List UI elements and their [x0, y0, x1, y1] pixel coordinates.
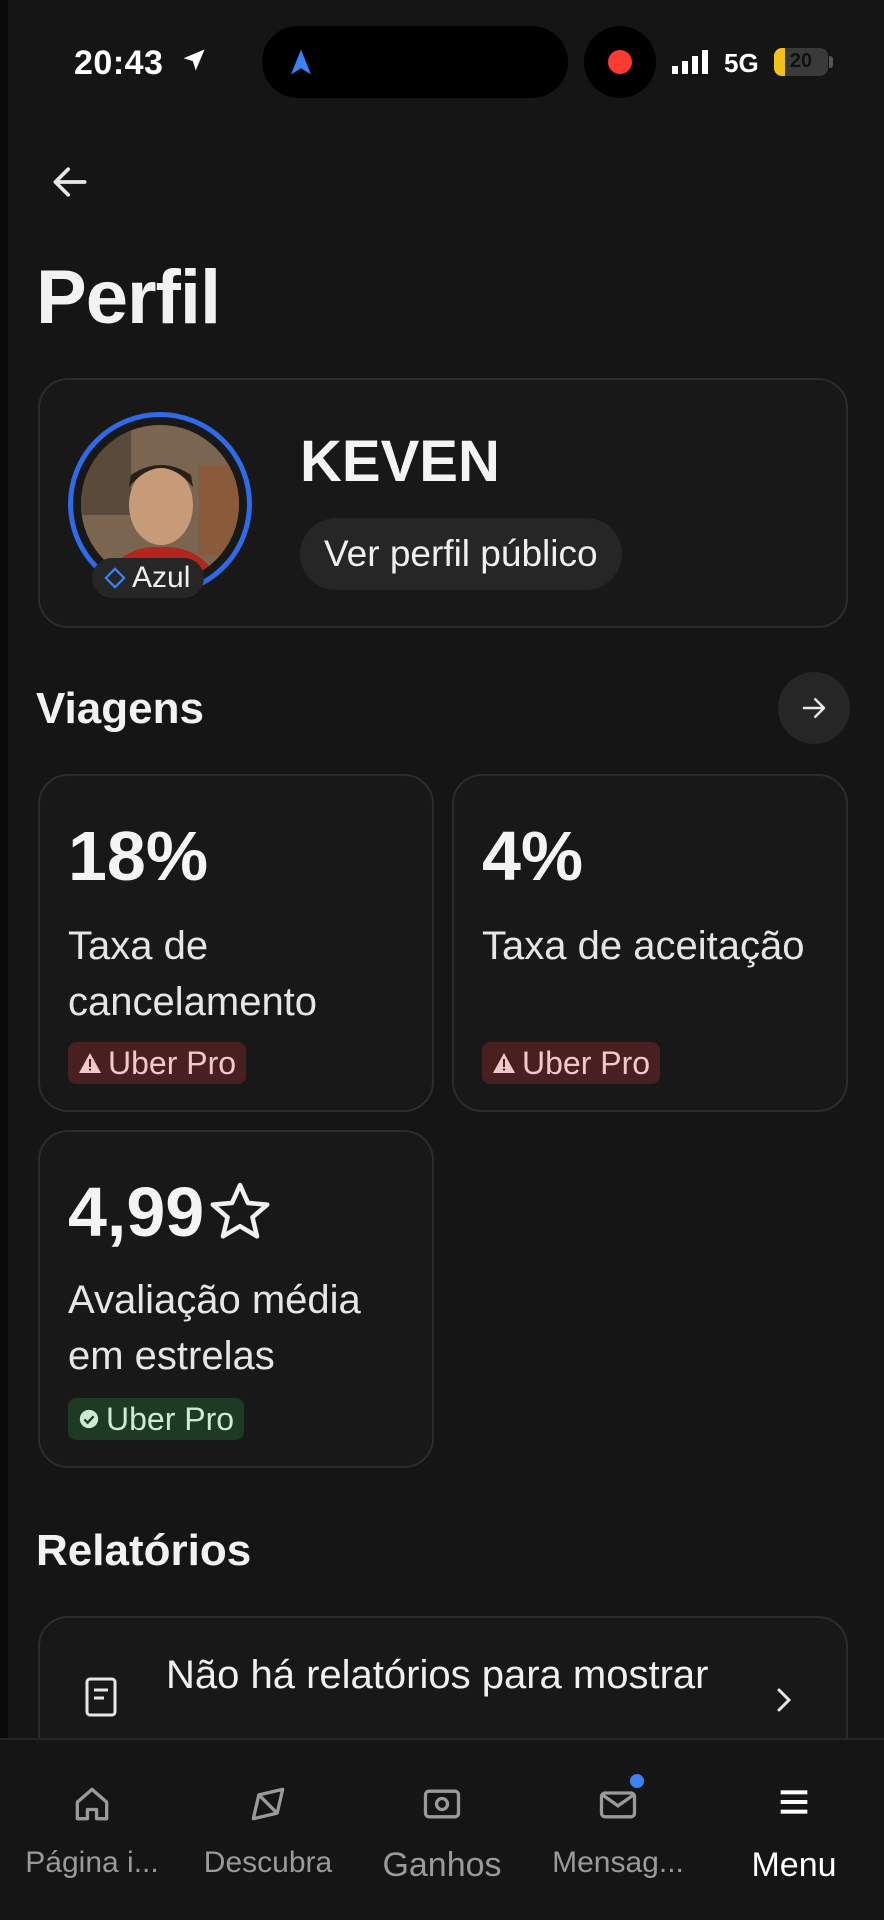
reports-title: Relatórios	[36, 1526, 252, 1575]
recording-dot-icon	[608, 50, 632, 74]
stat-value: 4,99	[68, 1172, 274, 1252]
mail-icon	[530, 1782, 706, 1828]
notification-dot	[630, 1774, 644, 1788]
screen-edge	[0, 0, 8, 1920]
bottom-nav: Página i... Descubra Ganhos Mensag... Me…	[0, 1738, 884, 1920]
diamond-icon	[104, 567, 126, 589]
nav-messages[interactable]: Mensag...	[530, 1762, 706, 1902]
badge-label: Uber Pro	[108, 1044, 237, 1081]
document-icon	[84, 1676, 118, 1723]
tier-badge: Azul	[92, 558, 205, 598]
stat-label: Taxa de cancelamento	[68, 924, 318, 1024]
rating-value: 4,99	[68, 1173, 205, 1251]
nav-discover[interactable]: Descubra	[180, 1762, 356, 1902]
page-title: Perfil	[36, 255, 221, 340]
nav-label: Página i...	[25, 1846, 159, 1879]
stat-value: 18%	[68, 817, 209, 895]
status-bar: 20:43 5G 20	[0, 0, 884, 110]
trips-more-button[interactable]	[778, 672, 850, 744]
stat-card-cancellation[interactable]: 18% Taxa de cancelamento Uber Pro	[38, 774, 434, 1112]
signal-icon	[672, 48, 716, 83]
stat-value: 4%	[482, 817, 584, 895]
battery-tip	[829, 56, 833, 68]
location-arrow-icon	[180, 46, 208, 79]
warning-icon	[493, 1053, 515, 1073]
stat-label: Taxa de aceitação	[482, 924, 805, 968]
uber-pro-warning-badge: Uber Pro	[68, 1042, 247, 1084]
uber-pro-warning-badge: Uber Pro	[482, 1042, 661, 1084]
profile-card: Azul KEVEN Ver perfil público	[38, 378, 848, 628]
network-type: 5G	[724, 48, 759, 78]
arrow-left-icon	[53, 167, 87, 197]
dynamic-island	[262, 26, 568, 98]
stat-label: Avaliação média em estrelas	[68, 1278, 361, 1378]
hamburger-icon	[706, 1782, 882, 1828]
stat-card-acceptance[interactable]: 4% Taxa de aceitação Uber Pro	[452, 774, 848, 1112]
tier-label: Azul	[132, 561, 191, 594]
chevron-right-icon	[772, 1682, 796, 1723]
badge-label: Uber Pro	[106, 1400, 235, 1437]
battery-level: 20	[789, 50, 813, 72]
nav-label: Mensag...	[552, 1846, 684, 1879]
check-circle-icon	[79, 1409, 99, 1429]
warning-icon	[79, 1053, 101, 1073]
battery-icon: 20	[774, 48, 828, 76]
trips-title: Viagens	[36, 684, 204, 733]
driver-name: KEVEN	[300, 429, 500, 494]
back-button[interactable]	[48, 160, 92, 204]
uber-pro-ok-badge: Uber Pro	[68, 1398, 245, 1440]
stat-card-rating[interactable]: 4,99 Avaliação média em estrelas Uber Pr…	[38, 1130, 434, 1468]
public-profile-button[interactable]: Ver perfil público	[300, 518, 622, 590]
clock: 20:43	[74, 44, 164, 82]
navigation-icon	[286, 46, 316, 83]
nav-menu[interactable]: Menu	[706, 1762, 882, 1902]
nav-label: Ganhos	[382, 1846, 502, 1884]
nav-label: Menu	[751, 1846, 837, 1884]
nav-home[interactable]: Página i...	[4, 1762, 180, 1902]
arrow-right-icon	[802, 698, 826, 718]
star-icon	[210, 1182, 270, 1239]
badge-label: Uber Pro	[522, 1044, 651, 1081]
home-icon	[4, 1782, 180, 1828]
money-icon	[354, 1782, 530, 1828]
compass-icon	[180, 1782, 356, 1828]
nav-label: Descubra	[203, 1846, 333, 1879]
nav-earnings[interactable]: Ganhos	[354, 1762, 530, 1902]
reports-empty-text: Não há relatórios para mostrar	[166, 1653, 709, 1697]
screen-recording-indicator	[584, 26, 656, 98]
